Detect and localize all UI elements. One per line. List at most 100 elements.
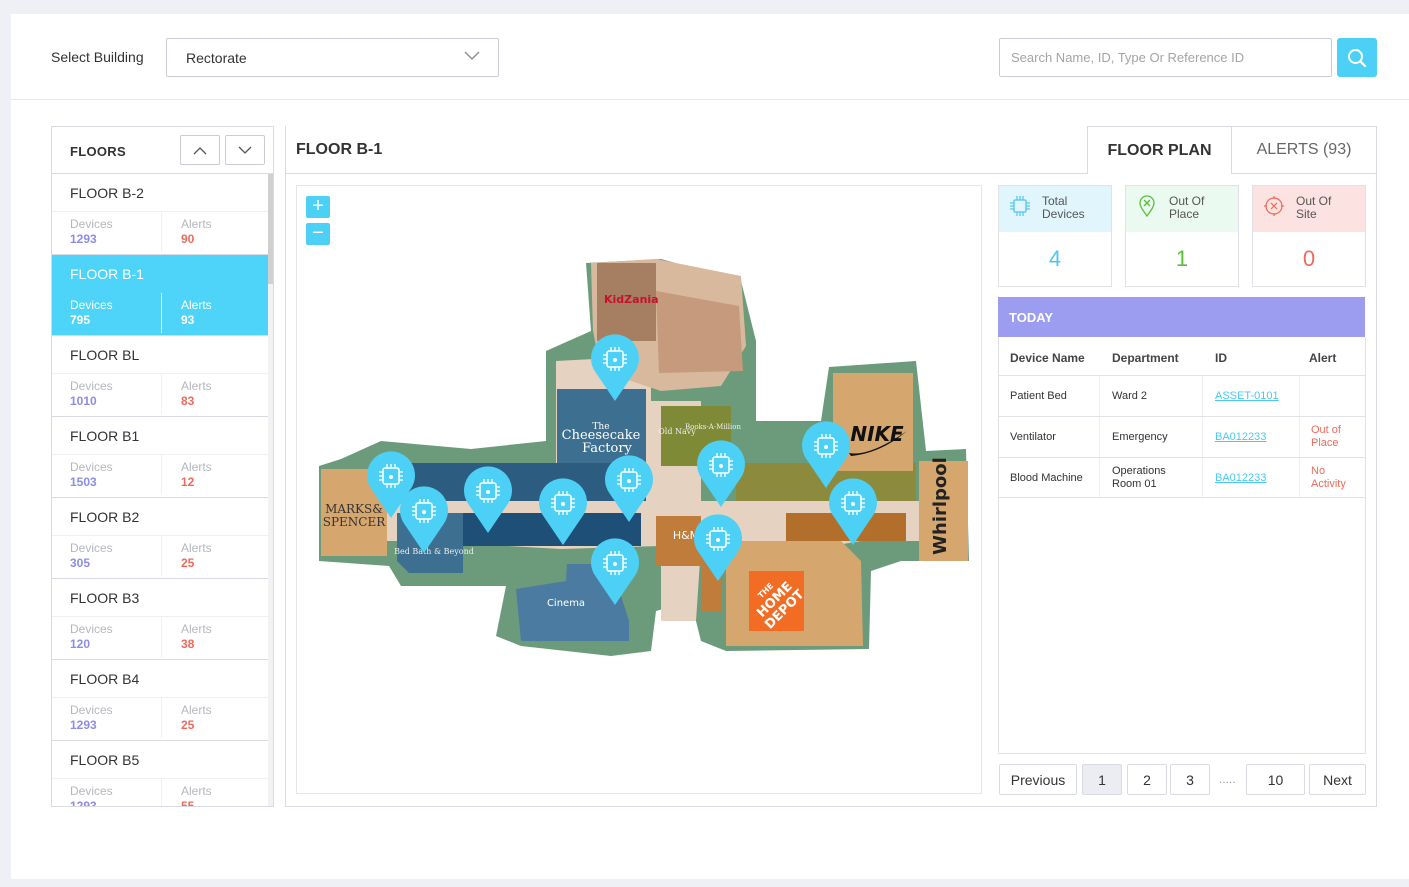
floors-panel: FLOORS FLOOR B-2 Devices 1293 Alerts 90 …: [51, 126, 274, 807]
floor-stats-divider: [161, 617, 162, 657]
alerts-count: 55: [181, 799, 195, 807]
alerts-label: Alerts: [181, 217, 212, 231]
chevron-up-icon: [193, 146, 207, 154]
table-row[interactable]: Blood Machine Operations Room 01 BA01223…: [999, 457, 1365, 499]
stat-out-site-label: Out Of Site: [1296, 194, 1332, 221]
floor-item[interactable]: FLOOR B3 Devices 120 Alerts 38: [52, 579, 268, 660]
devices-count: 1503: [70, 475, 97, 489]
cell-alert: No Activity: [1311, 465, 1346, 490]
search-button[interactable]: [1337, 38, 1377, 77]
devices-label: Devices: [70, 784, 113, 798]
pagination-page-3[interactable]: 3: [1170, 764, 1210, 795]
alerts-label: Alerts: [181, 784, 212, 798]
devices-label: Devices: [70, 703, 113, 717]
chevron-down-icon: [464, 51, 480, 60]
header-divider: [11, 99, 1409, 100]
map-label-cinema: Cinema: [547, 598, 585, 609]
floor-stats: Devices 1293 Alerts 90: [52, 211, 268, 252]
alerts-count: 90: [181, 232, 195, 246]
devices-count: 795: [70, 313, 91, 327]
floor-title: FLOOR B-1: [296, 141, 383, 158]
zoom-out-button[interactable]: −: [306, 223, 330, 245]
devices-label: Devices: [70, 460, 113, 474]
map-label-nike: NIKE: [850, 422, 904, 446]
floor-name: FLOOR B1: [70, 428, 140, 444]
tab-alerts[interactable]: ALERTS (93): [1232, 126, 1377, 174]
pagination-previous[interactable]: Previous: [999, 764, 1077, 795]
floor-name: FLOOR B2: [70, 509, 140, 525]
table-row[interactable]: Ventilator Emergency BA012233 Out of Pla…: [999, 416, 1365, 458]
devices-label: Devices: [70, 379, 113, 393]
floor-item[interactable]: FLOOR B-1 Devices 795 Alerts 93: [52, 255, 268, 336]
stat-out-place-header: Out Of Place: [1126, 186, 1238, 232]
floor-item[interactable]: FLOOR B4 Devices 1293 Alerts 25: [52, 660, 268, 741]
table-row[interactable]: Patient Bed Ward 2 ASSET-0101: [999, 375, 1365, 417]
floor-map[interactable]: KidZania The Cheesecake Factory Old Navy…: [296, 185, 982, 794]
floor-item[interactable]: FLOOR B5 Devices 1293 Alerts 55: [52, 741, 268, 807]
building-select-value: Rectorate: [186, 50, 247, 66]
devices-label: Devices: [70, 298, 113, 312]
devices-label: Devices: [70, 217, 113, 231]
floors-down-button[interactable]: [225, 135, 265, 165]
stat-out-site-header: Out Of Site: [1253, 186, 1365, 232]
cell-id-link[interactable]: ASSET-0101: [1215, 390, 1279, 403]
chevron-down-icon: [238, 146, 252, 154]
alerts-count: 25: [181, 718, 195, 732]
floor-name: FLOOR B-2: [70, 185, 144, 201]
alerts-label: Alerts: [181, 703, 212, 717]
devices-count: 1293: [70, 799, 97, 807]
floor-item[interactable]: FLOOR B1 Devices 1503 Alerts 12: [52, 417, 268, 498]
cell-device: Ventilator: [1010, 431, 1056, 443]
floor-stats: Devices 1293 Alerts 55: [52, 778, 268, 807]
cell-id-link[interactable]: BA012233: [1215, 472, 1266, 485]
zoom-in-button[interactable]: +: [306, 196, 330, 218]
floor-item[interactable]: FLOOR B-2 Devices 1293 Alerts 90: [52, 174, 268, 255]
search-icon: [1348, 48, 1367, 67]
today-table: Device Name Department ID Alert Patient …: [998, 337, 1366, 754]
devices-label: Devices: [70, 541, 113, 555]
search-input[interactable]: [999, 38, 1332, 77]
building-select[interactable]: Rectorate: [166, 38, 499, 77]
map-label-bbb: Bed Bath & Beyond: [394, 547, 474, 556]
pagination-page-1[interactable]: 1: [1082, 764, 1122, 795]
floor-item[interactable]: FLOOR BL Devices 1010 Alerts 83: [52, 336, 268, 417]
devices-count: 1010: [70, 394, 97, 408]
pagination-page-last[interactable]: 10: [1246, 764, 1305, 795]
pagination-next[interactable]: Next: [1309, 764, 1366, 795]
cell-device: Patient Bed: [1010, 390, 1067, 402]
floor-name: FLOOR B5: [70, 752, 140, 768]
stat-out-site-value: 0: [1302, 246, 1316, 271]
floor-plan-map: KidZania The Cheesecake Factory Old Navy…: [319, 259, 969, 656]
devices-count: 1293: [70, 232, 97, 246]
alerts-label: Alerts: [181, 298, 212, 312]
map-label-marks-1: MARKS&: [325, 502, 383, 516]
tab-floor-plan[interactable]: FLOOR PLAN: [1087, 126, 1232, 174]
cell-department: Emergency: [1112, 431, 1168, 443]
floor-name: FLOOR B-1: [70, 266, 144, 282]
pagination-page-2[interactable]: 2: [1127, 764, 1167, 795]
floors-up-button[interactable]: [180, 135, 220, 165]
cell-department: Ward 2: [1112, 390, 1148, 402]
floor-stats: Devices 1503 Alerts 12: [52, 454, 268, 495]
cell-id-link[interactable]: BA012233: [1215, 431, 1266, 444]
floor-stats: Devices 120 Alerts 38: [52, 616, 268, 657]
alerts-count: 93: [181, 313, 195, 327]
alerts-label: Alerts: [181, 541, 212, 555]
map-label-cheesecake-3: Factory: [582, 441, 632, 456]
col-device-name: Device Name: [1010, 351, 1085, 365]
devices-label: Devices: [70, 622, 113, 636]
floors-scrollbar-thumb[interactable]: [268, 174, 273, 284]
floor-item[interactable]: FLOOR B2 Devices 305 Alerts 25: [52, 498, 268, 579]
floor-stats: Devices 1010 Alerts 83: [52, 373, 268, 414]
chip-icon: [1010, 196, 1030, 216]
location-off-icon: [1139, 195, 1155, 217]
floor-name: FLOOR B3: [70, 590, 140, 606]
target-off-icon: [1264, 196, 1284, 216]
col-id: ID: [1215, 351, 1227, 365]
floor-name: FLOOR B4: [70, 671, 140, 687]
floor-list: FLOOR B-2 Devices 1293 Alerts 90 FLOOR B…: [52, 174, 268, 807]
stat-out-place-value: 1: [1175, 246, 1189, 271]
stat-total-value: 4: [1048, 246, 1062, 271]
devices-count: 305: [70, 556, 91, 570]
today-header: TODAY: [998, 297, 1365, 337]
